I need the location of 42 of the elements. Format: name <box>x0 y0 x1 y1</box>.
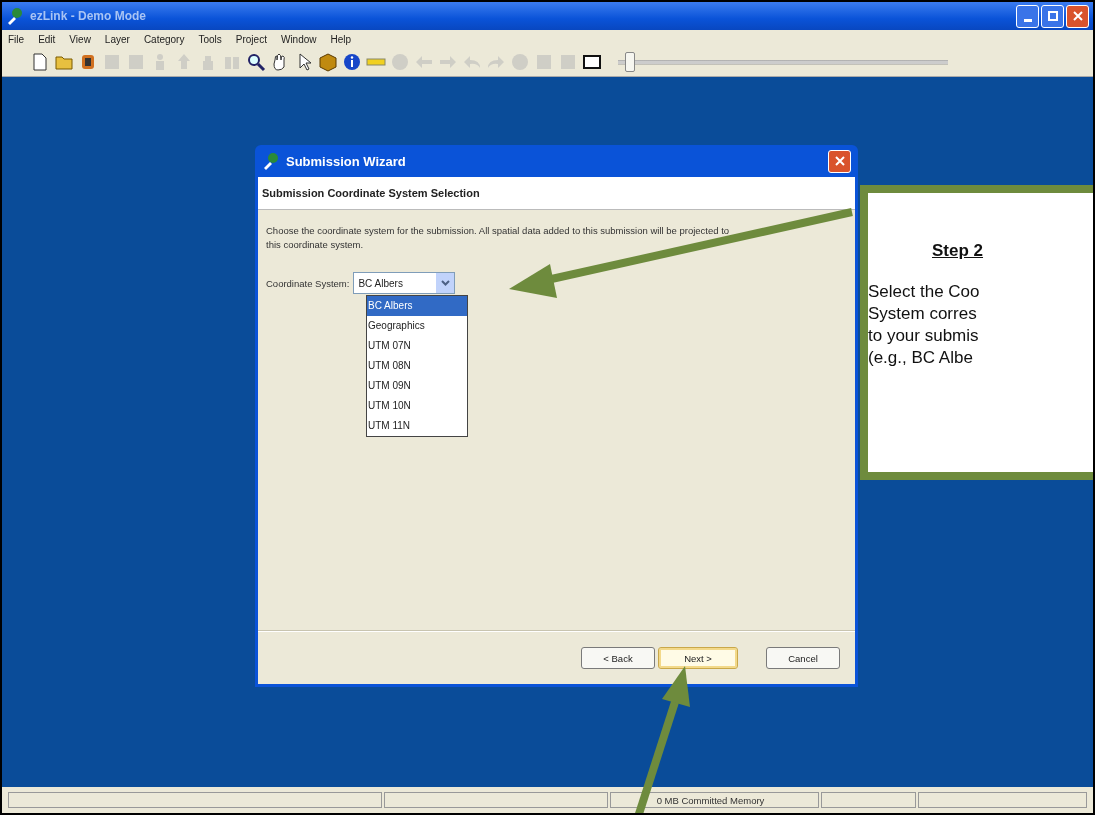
window-icon[interactable] <box>582 52 602 72</box>
menu-item[interactable]: File <box>8 33 25 45</box>
menu-item[interactable]: Project <box>235 33 267 45</box>
cancel-button[interactable]: Cancel <box>766 647 840 669</box>
close-button[interactable] <box>828 149 851 173</box>
app-logo-icon <box>6 7 24 25</box>
maximize-button[interactable] <box>1041 4 1064 28</box>
menu-item[interactable]: Category <box>143 33 185 45</box>
menu-item[interactable]: View <box>69 33 91 45</box>
minimize-icon <box>1023 18 1032 22</box>
callout-text: to your submis <box>868 325 979 347</box>
slider-thumb[interactable] <box>624 52 635 72</box>
menu-item[interactable]: Layer <box>104 33 130 45</box>
close-icon <box>1072 11 1083 21</box>
back-button[interactable]: < Back <box>581 647 655 669</box>
menu-item[interactable]: Help <box>330 33 352 45</box>
dropdown-option[interactable]: BC Albers <box>367 296 467 316</box>
callout-text: (e.g., BC Albe <box>868 347 973 369</box>
menu-item[interactable]: Window <box>280 33 317 45</box>
callout-text: System corres <box>868 303 977 325</box>
memory-status: 0 MB Committed Memory <box>656 794 765 806</box>
window-title: ezLink - Demo Mode <box>30 9 146 23</box>
coordinate-system-dropdown[interactable]: BC Albers <box>353 272 456 294</box>
menu-item[interactable]: Tools <box>198 33 222 45</box>
maximize-icon <box>1047 11 1058 21</box>
search-icon[interactable] <box>246 52 266 72</box>
app-logo-icon <box>262 152 280 170</box>
chevron-down-icon <box>440 280 450 286</box>
close-button[interactable] <box>1066 4 1089 28</box>
menu-item[interactable]: Edit <box>38 33 56 45</box>
next-button[interactable]: Next > <box>658 647 738 669</box>
new-file-icon[interactable] <box>30 52 50 72</box>
step-heading: Submission Coordinate System Selection <box>262 187 480 199</box>
callout-title: Step 2 <box>932 241 984 261</box>
minimize-button[interactable] <box>1016 4 1039 28</box>
field-label: Coordinate System: <box>266 277 350 289</box>
info-icon[interactable] <box>342 52 362 72</box>
cube-icon[interactable] <box>318 52 338 72</box>
description-text: Choose the coordinate system for the submission. All spatial data added to this submission will be projected to this coordinate system. <box>266 224 731 252</box>
close-icon <box>834 156 845 166</box>
dialog-title: Submission Wizard <box>286 153 406 169</box>
callout-text: Select the Coo <box>868 281 980 303</box>
